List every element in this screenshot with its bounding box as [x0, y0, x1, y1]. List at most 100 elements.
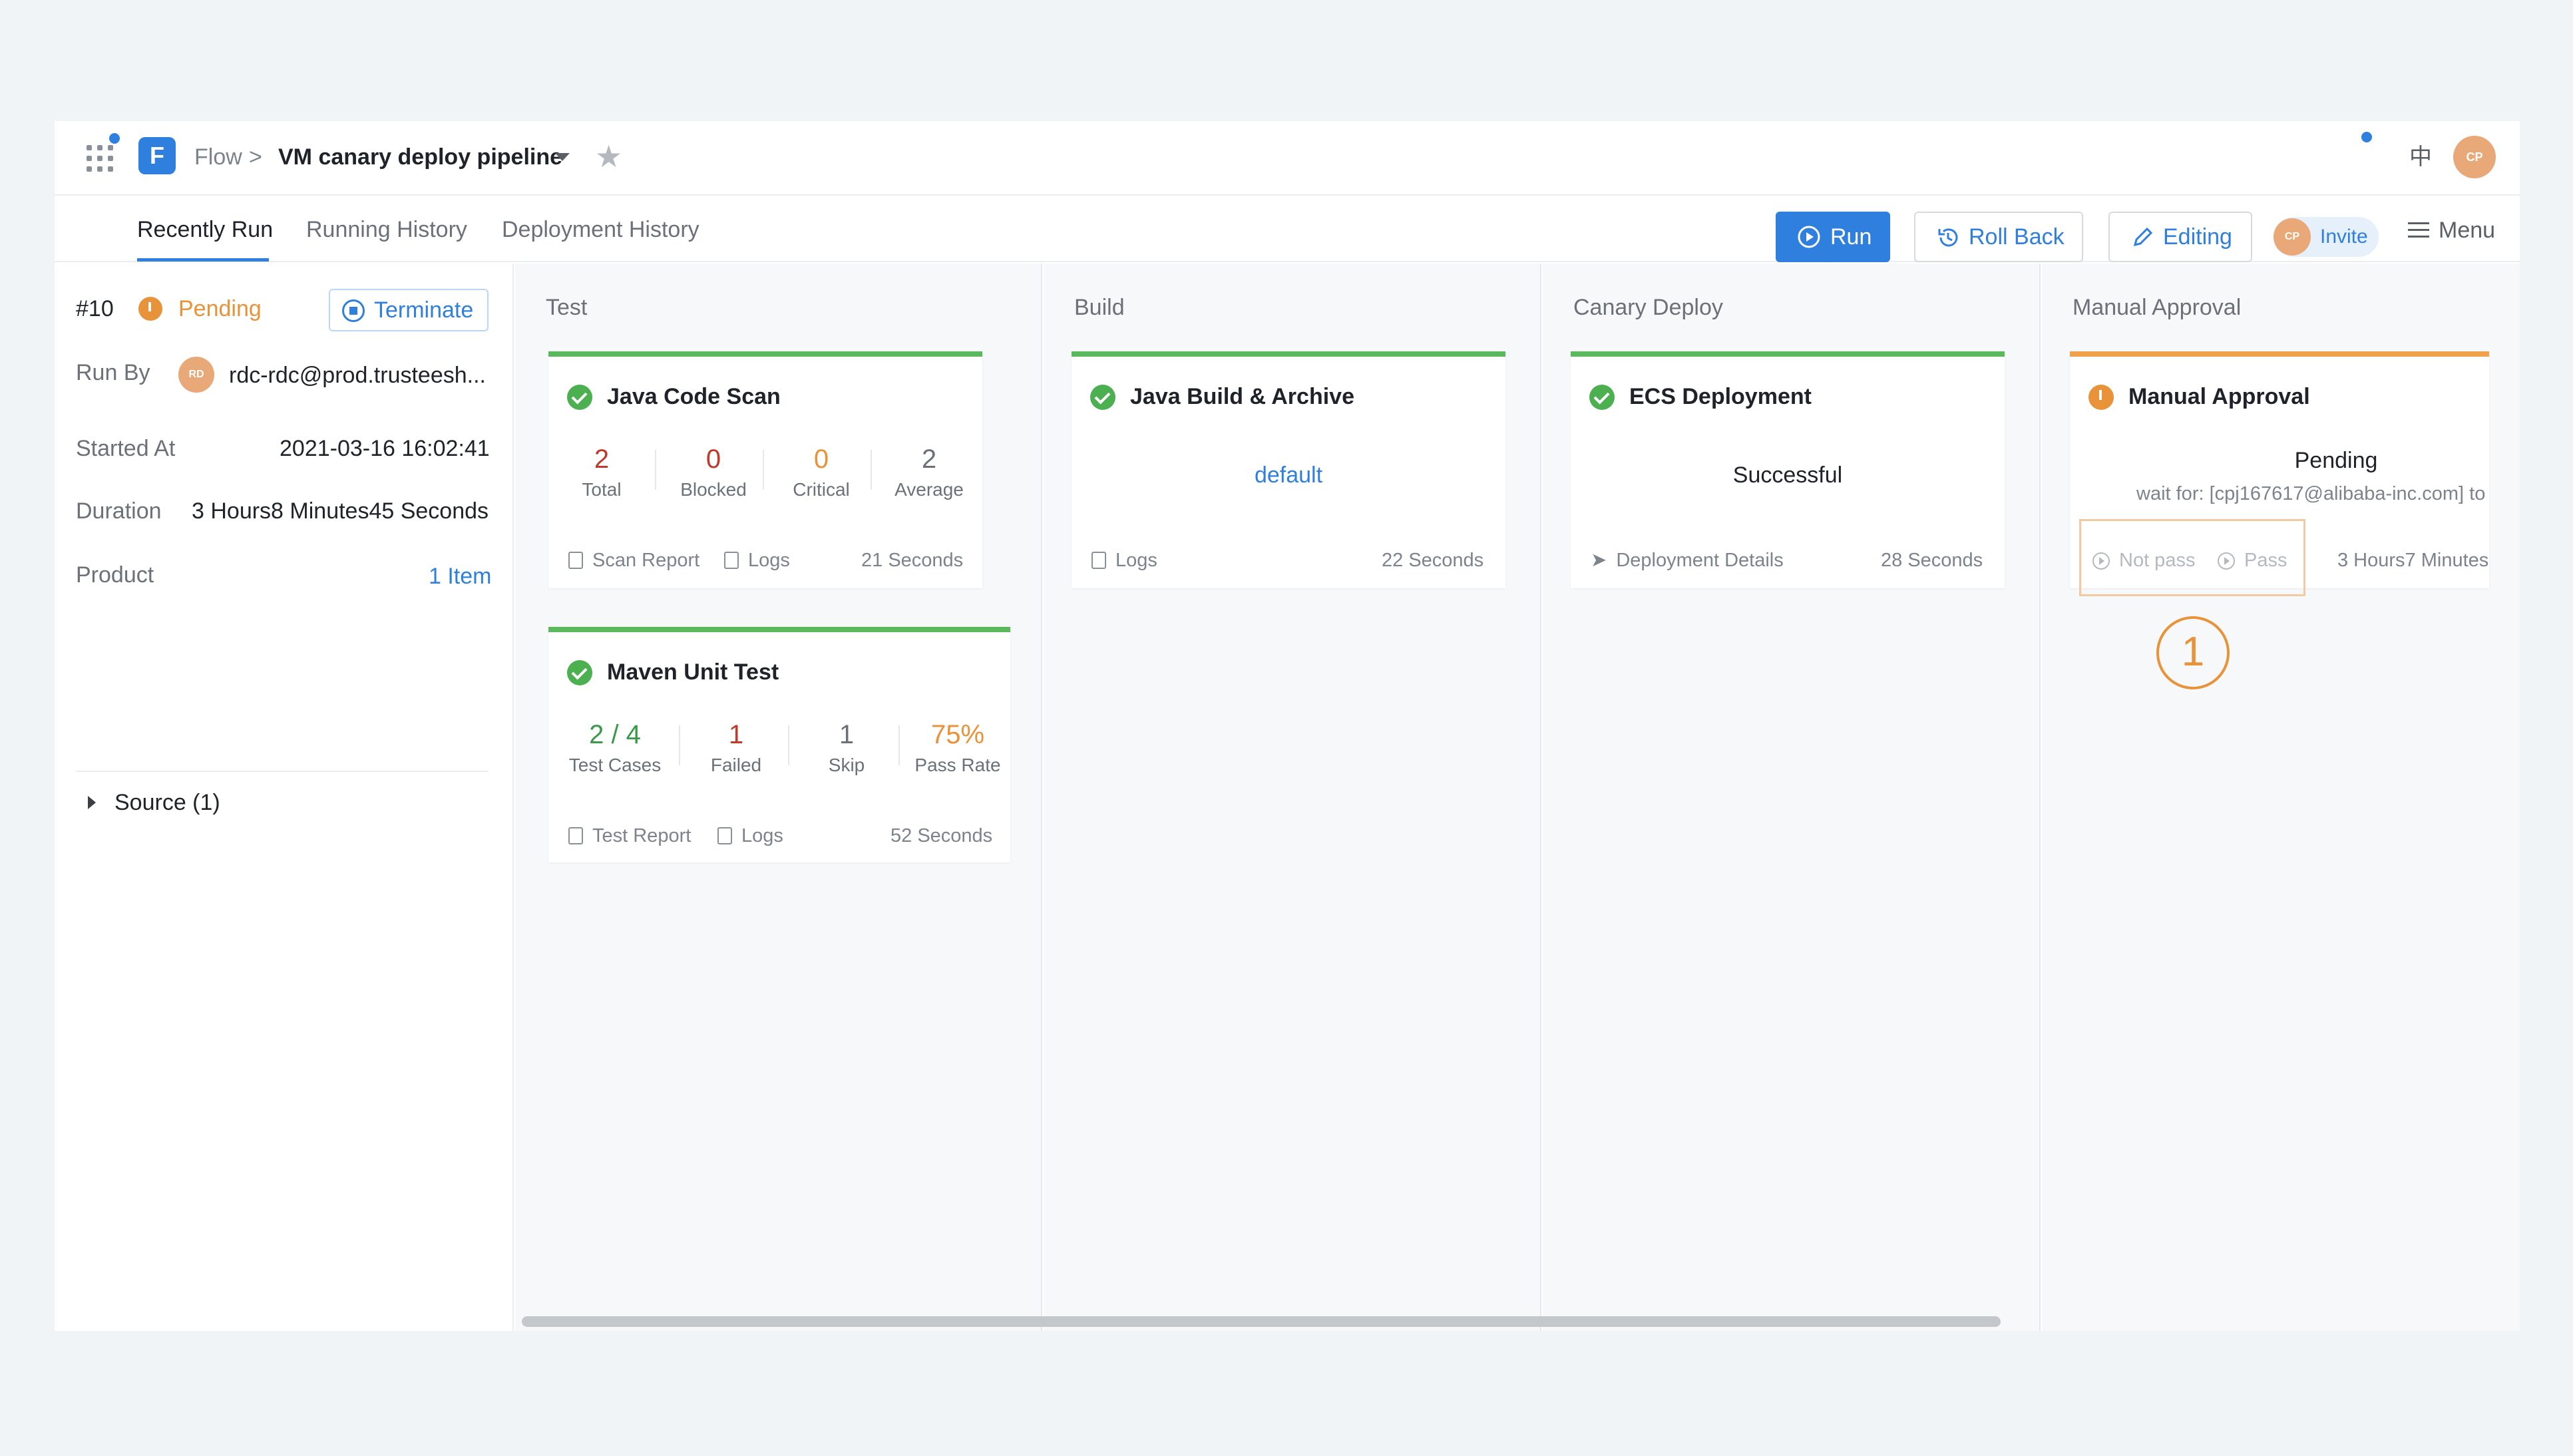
job-card-maven-unit-test[interactable]: Maven Unit Test 2 / 4 Test Cases 1 Faile… — [548, 627, 1010, 862]
metric-average: 2 Average — [894, 445, 964, 500]
rollback-button[interactable]: Roll Back — [1914, 212, 2083, 262]
stage-title: Manual Approval — [2073, 295, 2242, 320]
approval-waiting-text: wait for: [cpj167617@alibaba-inc.com] to — [2136, 483, 2486, 504]
job-duration: 21 Seconds — [861, 550, 964, 571]
invite-avatar: CP — [2274, 218, 2311, 256]
source-toggle[interactable]: Source (1) — [114, 787, 220, 819]
document-icon — [568, 827, 583, 844]
metric-failed: 1 Failed — [710, 720, 762, 775]
run-by-avatar: RD — [178, 357, 214, 393]
stage-title: Build — [1074, 295, 1125, 320]
app-window: F Flow > VM canary deploy pipeline ★ 中 C… — [55, 121, 2520, 1331]
document-icon — [724, 552, 739, 569]
pending-icon — [2088, 385, 2114, 410]
notification-dot — [2361, 132, 2372, 142]
run-status: Pending — [178, 296, 262, 321]
run-info-panel: #10 Pending Terminate Run By RD rdc-rdc@… — [55, 264, 514, 1331]
metric-test-cases: 2 / 4 Test Cases — [568, 720, 662, 775]
job-duration: 28 Seconds — [1881, 550, 1983, 571]
caret-down-icon[interactable] — [555, 153, 570, 161]
stage-title: Canary Deploy — [1573, 295, 1723, 320]
check-circle-icon — [1090, 385, 1115, 410]
job-card-java-code-scan[interactable]: Java Code Scan 2 Total 0 Blocked 0 Criti… — [548, 351, 982, 588]
run-button[interactable]: Run — [1776, 212, 1890, 262]
job-duration: 3 Hours7 Minutes — [2337, 550, 2489, 571]
run-by-label: Run By — [76, 360, 150, 385]
active-tab-indicator — [137, 258, 269, 262]
play-circle-icon — [1798, 226, 1820, 248]
metric-critical: 0 Critical — [793, 445, 850, 500]
send-icon: ➤ — [1591, 550, 1607, 571]
document-icon — [568, 552, 583, 569]
logs-link[interactable]: Logs — [1091, 547, 1157, 574]
pipeline-title[interactable]: VM canary deploy pipeline — [278, 141, 562, 173]
metric-skip: 1 Skip — [828, 720, 865, 775]
user-avatar[interactable]: CP — [2453, 136, 2496, 178]
logs-link[interactable]: Logs — [724, 547, 790, 574]
invite-button[interactable]: CP Invite — [2274, 217, 2379, 257]
duration-value: 3 Hours8 Minutes45 Seconds — [192, 498, 489, 524]
check-circle-icon — [1589, 385, 1615, 410]
language-toggle[interactable]: 中 — [2409, 140, 2432, 174]
test-report-link[interactable]: Test Report — [568, 822, 691, 849]
job-title: Java Code Scan — [567, 381, 781, 413]
tab-bar: Recently Run Running History Deployment … — [55, 197, 2520, 262]
caret-right-icon[interactable] — [88, 796, 96, 809]
terminate-label: Terminate — [374, 297, 474, 323]
editing-button[interactable]: Editing — [2108, 212, 2252, 262]
check-circle-icon — [567, 385, 592, 410]
metric-blocked: 0 Blocked — [680, 445, 747, 500]
started-label: Started At — [76, 436, 176, 461]
run-number: #10 — [76, 296, 114, 321]
job-card-java-build[interactable]: Java Build & Archive default Logs 22 Sec… — [1072, 351, 1505, 588]
tab-running-history[interactable]: Running History — [306, 214, 467, 245]
tab-deployment-history[interactable]: Deployment History — [502, 214, 699, 245]
metric-total: 2 Total — [582, 445, 622, 500]
job-duration: 52 Seconds — [891, 825, 993, 846]
stop-icon — [342, 299, 365, 322]
metric-pass-rate: 75% Pass Rate — [914, 720, 1001, 775]
stage-title: Test — [546, 295, 588, 320]
stage-test: Test Java Code Scan 2 Total 0 Blocked 0 … — [515, 264, 1042, 1331]
star-icon[interactable]: ★ — [595, 138, 622, 174]
run-by-value: rdc-rdc@prod.trusteesh... — [229, 363, 486, 388]
tab-recently-run[interactable]: Recently Run — [137, 214, 273, 245]
divider — [76, 771, 489, 772]
editing-label: Editing — [2163, 224, 2232, 250]
rollback-label: Roll Back — [1969, 224, 2065, 250]
scrollbar-thumb[interactable] — [522, 1316, 2001, 1327]
notification-dot — [109, 133, 120, 144]
stage-build: Build Java Build & Archive default Logs … — [1044, 264, 1541, 1331]
breadcrumb-flow[interactable]: Flow — [194, 141, 242, 173]
job-title: Maven Unit Test — [567, 656, 779, 688]
document-icon — [717, 827, 732, 844]
scan-report-link[interactable]: Scan Report — [568, 547, 699, 574]
started-value: 2021-03-16 16:02:41 — [280, 436, 490, 461]
job-title: Java Build & Archive — [1090, 381, 1354, 413]
deployment-details-link[interactable]: ➤ Deployment Details — [1591, 547, 1784, 574]
job-title: Manual Approval — [2088, 381, 2310, 413]
job-card-ecs-deployment[interactable]: ECS Deployment Successful ➤ Deployment De… — [1571, 351, 2005, 588]
flow-logo-icon[interactable]: F — [138, 137, 176, 174]
artifact-link[interactable]: default — [1072, 459, 1505, 491]
product-label: Product — [76, 562, 154, 588]
check-circle-icon — [567, 660, 592, 685]
stage-manual-approval: Manual Approval Manual Approval Pending … — [2042, 264, 2520, 1331]
run-label: Run — [1830, 224, 1872, 250]
document-icon — [1091, 552, 1106, 569]
logs-link[interactable]: Logs — [717, 822, 783, 849]
duration-label: Duration — [76, 498, 162, 524]
approval-status: Pending — [2294, 448, 2378, 473]
pencil-icon — [2133, 227, 2153, 247]
terminate-button[interactable]: Terminate — [329, 289, 489, 331]
chevron-right-icon: > — [249, 144, 262, 170]
hamburger-icon — [2408, 222, 2429, 242]
menu-button[interactable]: Menu — [2408, 214, 2495, 246]
product-link[interactable]: 1 Item — [429, 560, 491, 592]
callout-marker: 1 — [2156, 616, 2230, 689]
pending-icon — [138, 297, 162, 321]
top-bar: F Flow > VM canary deploy pipeline ★ 中 C… — [55, 121, 2520, 196]
app-grid-icon[interactable] — [87, 145, 113, 172]
horizontal-scrollbar[interactable] — [516, 1312, 2520, 1331]
stage-canary-deploy: Canary Deploy ECS Deployment Successful … — [1543, 264, 2041, 1331]
